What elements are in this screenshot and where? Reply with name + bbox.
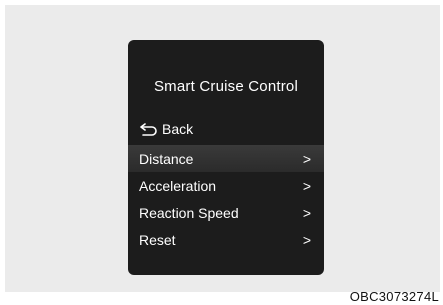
cluster-display: Smart Cruise Control Back Distance > Acc… <box>128 40 324 275</box>
back-label: Back <box>162 121 194 137</box>
menu-item-acceleration[interactable]: Acceleration > <box>128 172 324 199</box>
chevron-right-icon: > <box>302 150 311 167</box>
menu-item-reaction-speed[interactable]: Reaction Speed > <box>128 199 324 226</box>
menu-title: Smart Cruise Control <box>153 78 299 95</box>
menu-item-label: Reaction Speed <box>139 204 239 221</box>
back-button[interactable]: Back <box>139 119 193 139</box>
menu-item-reset[interactable]: Reset > <box>128 226 324 253</box>
chevron-right-icon: > <box>302 204 311 221</box>
menu-item-label: Acceleration <box>139 177 217 194</box>
back-arrow-icon <box>139 122 159 136</box>
menu-item-distance[interactable]: Distance > <box>128 145 324 172</box>
menu-item-label: Distance <box>139 150 194 167</box>
chevron-right-icon: > <box>302 177 311 194</box>
figure-code: OBC3073274L <box>349 289 439 304</box>
chevron-right-icon: > <box>302 231 311 248</box>
menu-item-label: Reset <box>139 231 176 248</box>
